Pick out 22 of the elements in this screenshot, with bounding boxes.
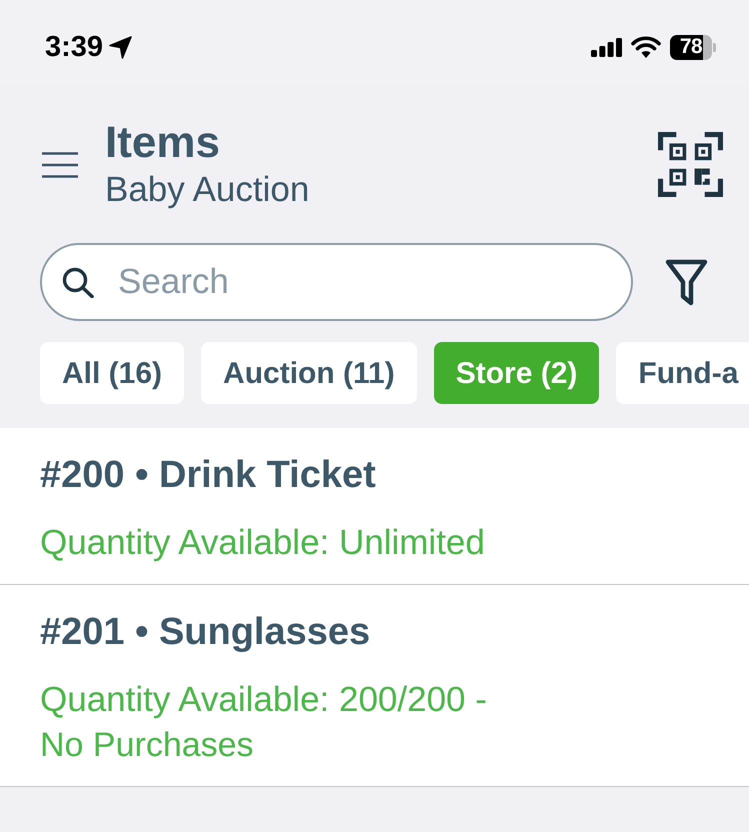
signal-bars-icon bbox=[591, 38, 622, 56]
location-arrow-icon bbox=[109, 36, 132, 58]
menu-icon[interactable] bbox=[42, 152, 78, 178]
filter-chip[interactable]: Auction (11) bbox=[201, 342, 417, 404]
status-time: 3:39 bbox=[45, 31, 104, 63]
item-row[interactable]: #201 • Sunglasses Quantity Available: 200/200 - No Purchases bbox=[0, 585, 749, 787]
quantity-text: Quantity Available: 200/200 - bbox=[40, 679, 488, 721]
page-title: Items bbox=[105, 118, 221, 168]
page-subtitle: Baby Auction bbox=[105, 168, 310, 210]
filter-chip[interactable]: All (16) bbox=[40, 342, 184, 404]
search-field[interactable]: Search bbox=[40, 243, 633, 321]
item-title: #201 • Sunglasses bbox=[40, 610, 372, 655]
item-row[interactable]: #200 • Drink Ticket Quantity Available: Unlimited bbox=[0, 428, 749, 585]
battery-percentage: 78 bbox=[680, 36, 702, 58]
filter-chip[interactable]: Fund-a bbox=[616, 342, 749, 404]
purchase-note: No Purchases bbox=[40, 725, 255, 766]
qr-code-icon[interactable] bbox=[658, 132, 723, 197]
search-icon bbox=[62, 267, 95, 298]
filter-icon[interactable] bbox=[665, 258, 708, 306]
wifi-icon bbox=[631, 36, 661, 58]
item-title: #200 • Drink Ticket bbox=[40, 453, 377, 498]
quantity-text: Quantity Available: Unlimited bbox=[40, 522, 486, 564]
